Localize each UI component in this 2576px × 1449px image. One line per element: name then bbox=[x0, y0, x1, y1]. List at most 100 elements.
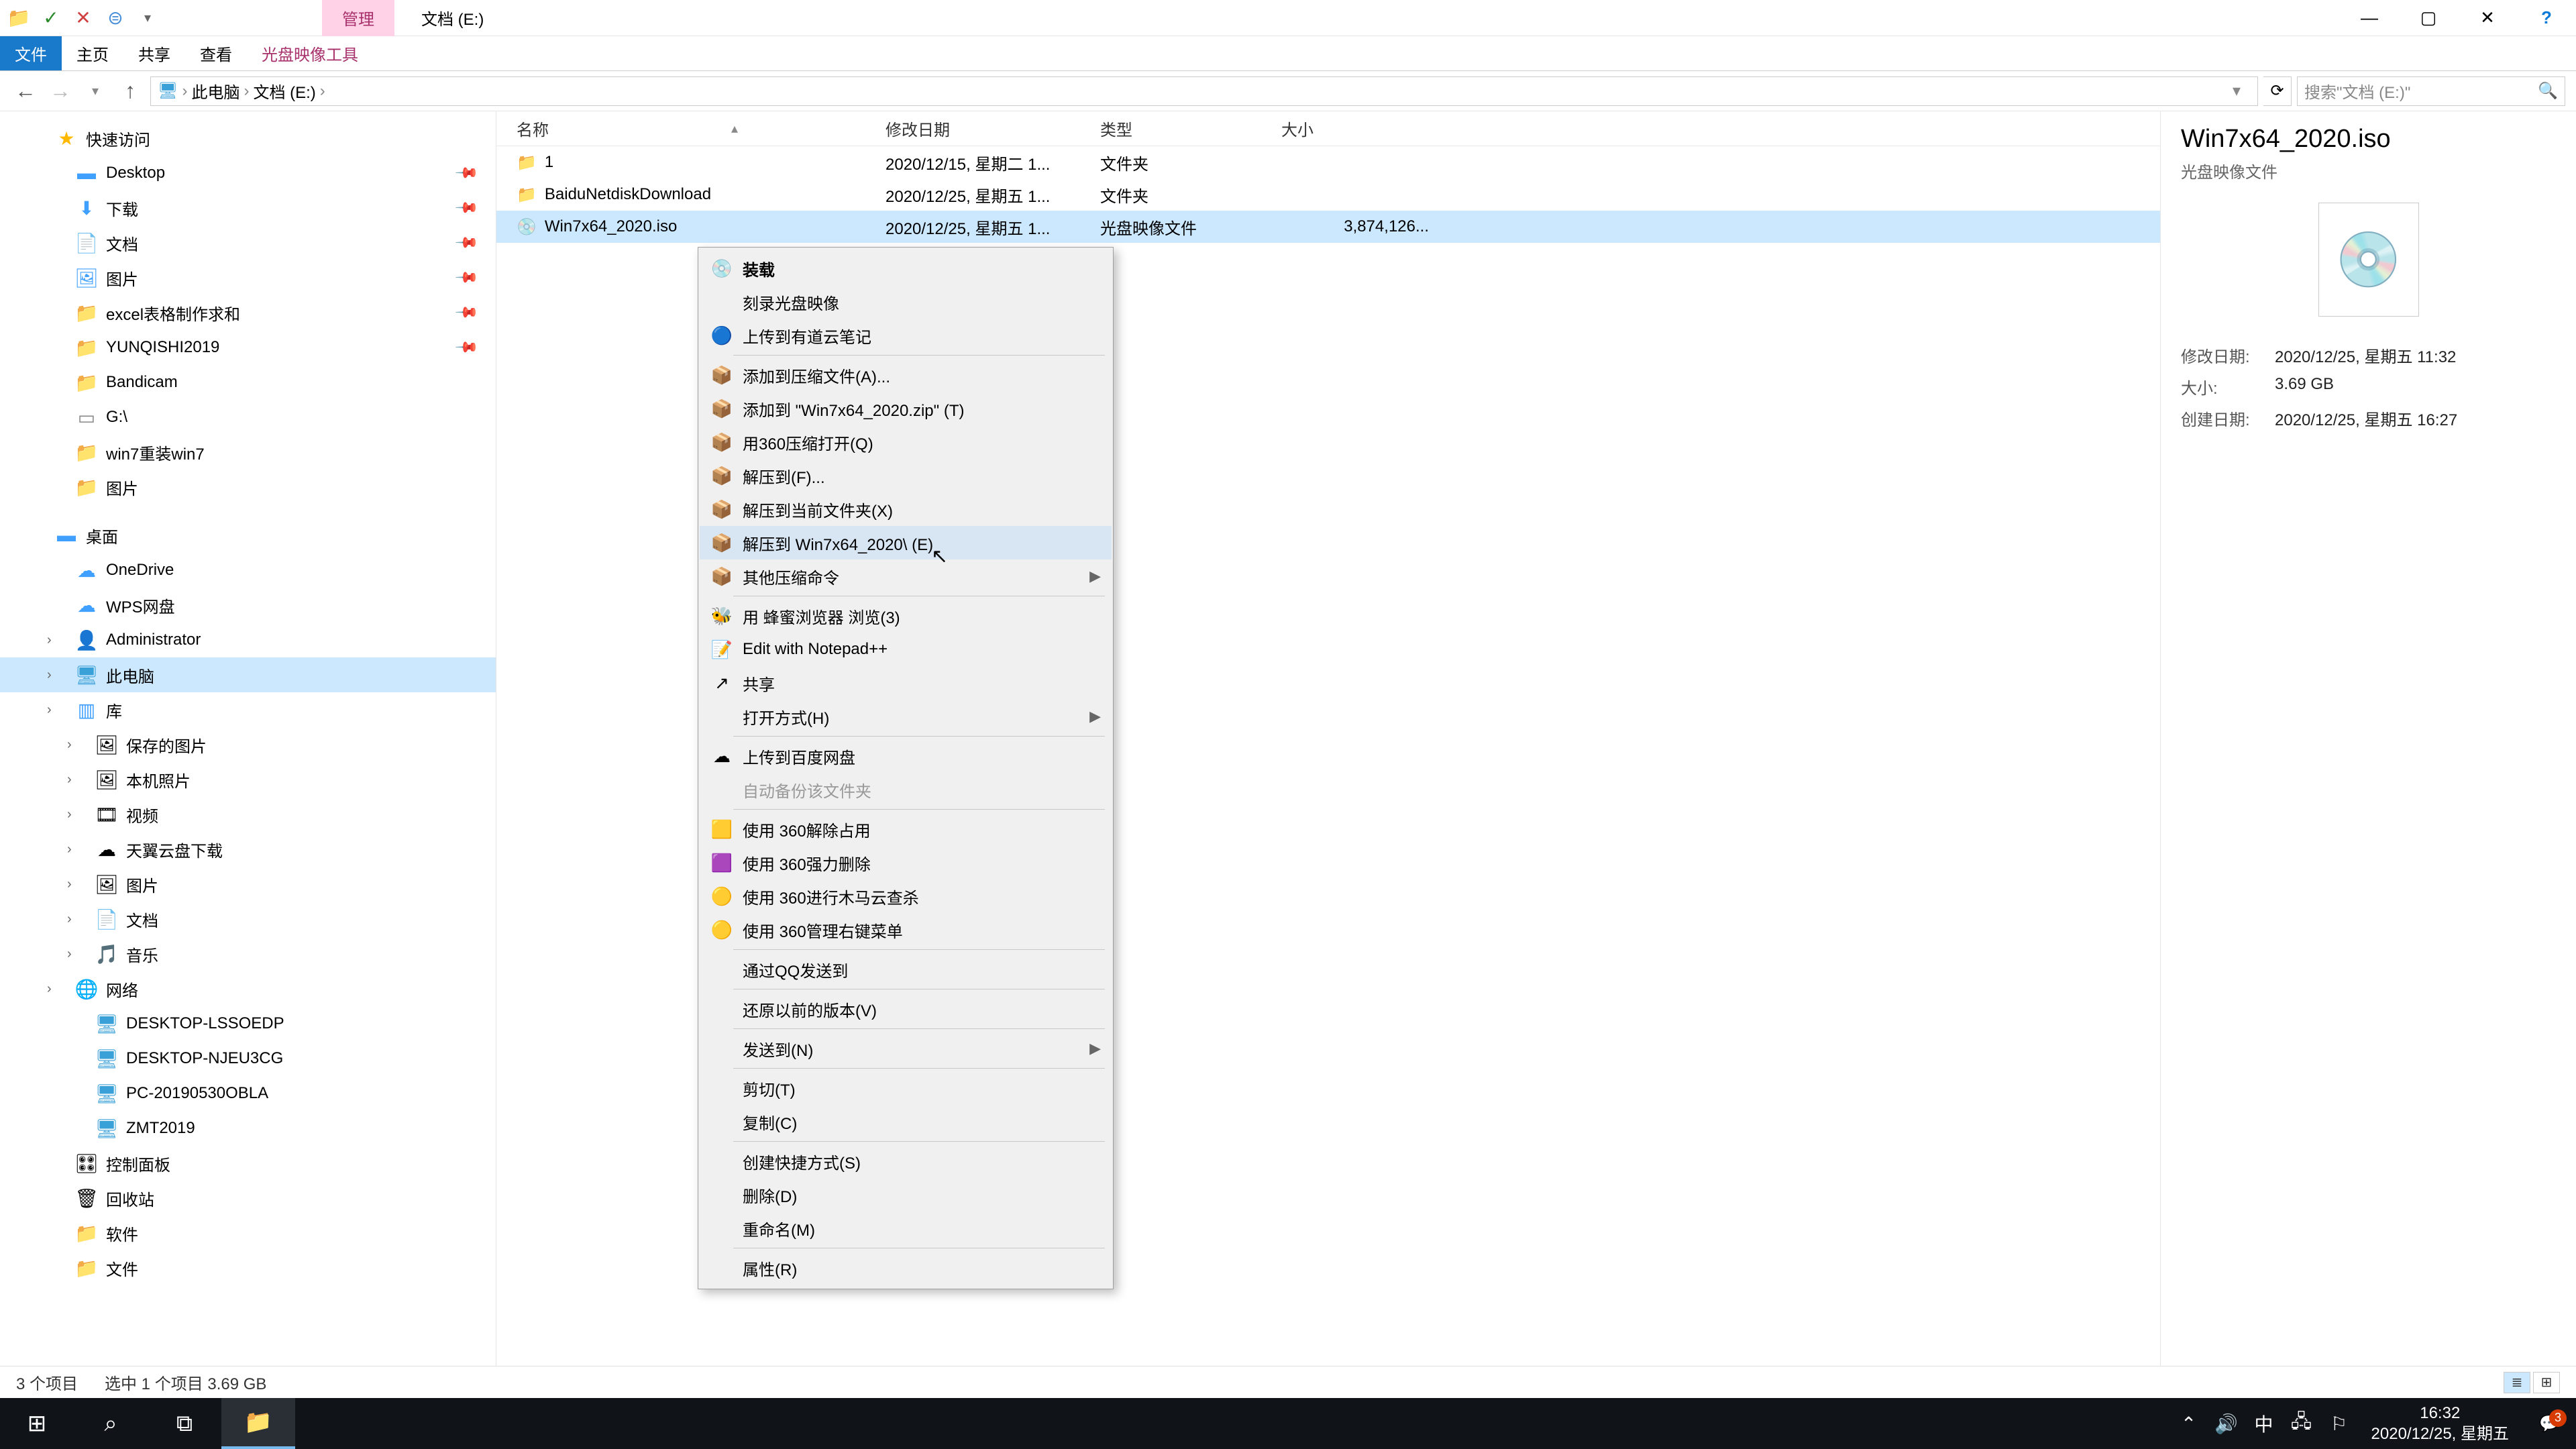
tree-item[interactable]: 📁Bandicam bbox=[0, 365, 496, 400]
tree-item[interactable]: 📁YUNQISHI2019📌 bbox=[0, 330, 496, 365]
tree-item[interactable]: ›📄文档 bbox=[0, 902, 496, 936]
context-menu-item[interactable]: 🟡使用 360管理右键菜单 bbox=[700, 913, 1112, 947]
nav-back-button[interactable]: ← bbox=[11, 76, 40, 106]
context-menu-item[interactable]: 属性(R) bbox=[700, 1251, 1112, 1285]
col-type[interactable]: 类型 bbox=[1100, 117, 1281, 140]
context-menu-item[interactable]: ☁上传到百度网盘 bbox=[700, 739, 1112, 773]
taskbar-explorer-button[interactable]: 📁 bbox=[221, 1398, 295, 1449]
context-menu-item[interactable]: 刻录光盘映像 bbox=[700, 285, 1112, 319]
search-input[interactable]: 搜索"文档 (E:)" 🔍 bbox=[2297, 76, 2565, 106]
context-menu-item[interactable]: 📦添加到 "Win7x64_2020.zip" (T) bbox=[700, 392, 1112, 425]
minimize-button[interactable]: — bbox=[2340, 0, 2399, 36]
tree-item[interactable]: 🖼图片📌 bbox=[0, 260, 496, 295]
tree-item[interactable]: ☁OneDrive bbox=[0, 553, 496, 588]
tree-item[interactable]: 🖥ZMT2019 bbox=[0, 1111, 496, 1146]
tree-item[interactable]: ›🌐网络 bbox=[0, 971, 496, 1006]
ribbon-tab-home[interactable]: 主页 bbox=[62, 36, 123, 70]
tree-item[interactable]: ▭G:\ bbox=[0, 400, 496, 435]
tree-item[interactable]: 🖥DESKTOP-LSSOEDP bbox=[0, 1006, 496, 1041]
help-button[interactable]: ? bbox=[2517, 0, 2576, 36]
tree-item[interactable]: ›🖥此电脑 bbox=[0, 657, 496, 692]
ribbon-tab-disc-tools[interactable]: 光盘映像工具 bbox=[247, 36, 373, 70]
tree-item[interactable]: 🖥DESKTOP-NJEU3CG bbox=[0, 1041, 496, 1076]
context-menu-item[interactable]: 重命名(M) bbox=[700, 1212, 1112, 1245]
refresh-button[interactable]: ⟳ bbox=[2263, 76, 2292, 106]
nav-up-button[interactable]: ↑ bbox=[115, 76, 145, 106]
tree-item[interactable]: 📄文档📌 bbox=[0, 225, 496, 260]
task-view-button[interactable]: ⧉ bbox=[148, 1398, 221, 1449]
ribbon-tab-view[interactable]: 查看 bbox=[185, 36, 247, 70]
view-details-button[interactable]: ≣ bbox=[2504, 1372, 2530, 1393]
context-menu-item[interactable]: 剪切(T) bbox=[700, 1071, 1112, 1105]
nav-history-dropdown[interactable]: ▾ bbox=[80, 76, 110, 106]
context-menu-item[interactable]: 还原以前的版本(V) bbox=[700, 992, 1112, 1026]
context-menu-item[interactable]: 📝Edit with Notepad++ bbox=[700, 633, 1112, 666]
context-menu-item[interactable]: 📦解压到当前文件夹(X) bbox=[700, 492, 1112, 526]
context-menu-item[interactable]: 复制(C) bbox=[700, 1105, 1112, 1138]
context-menu-item[interactable]: 💿装载 bbox=[700, 252, 1112, 285]
context-menu-item[interactable]: 通过QQ发送到 bbox=[700, 953, 1112, 986]
taskbar-search-button[interactable]: ⌕ bbox=[74, 1398, 148, 1449]
qat-check-icon[interactable]: ✓ bbox=[38, 5, 64, 32]
tree-item[interactable]: 📁win7重装win7 bbox=[0, 435, 496, 470]
file-row[interactable]: 📁12020/12/15, 星期二 1...文件夹 bbox=[496, 146, 2160, 178]
context-menu-item[interactable]: 🟨使用 360解除占用 bbox=[700, 812, 1112, 846]
tree-item[interactable]: ›🎞视频 bbox=[0, 797, 496, 832]
context-menu-item[interactable]: 📦用360压缩打开(Q) bbox=[700, 425, 1112, 459]
tree-item[interactable]: ›🎵音乐 bbox=[0, 936, 496, 971]
qat-delete-icon[interactable]: ✕ bbox=[70, 5, 97, 32]
taskbar-clock[interactable]: 16:32 2020/12/25, 星期五 bbox=[2358, 1403, 2522, 1444]
context-menu-item[interactable]: 创建快捷方式(S) bbox=[700, 1144, 1112, 1178]
qat-properties-icon[interactable]: ⊜ bbox=[102, 5, 129, 32]
tree-item[interactable]: ★快速访问 bbox=[0, 121, 496, 156]
context-menu-item[interactable]: 📦解压到(F)... bbox=[700, 459, 1112, 492]
network-icon[interactable]: 🖧 bbox=[2283, 1407, 2320, 1440]
tree-item[interactable]: ☁WPS网盘 bbox=[0, 588, 496, 623]
context-menu-item[interactable]: 删除(D) bbox=[700, 1178, 1112, 1212]
context-menu-item[interactable]: 🐝用 蜂蜜浏览器 浏览(3) bbox=[700, 599, 1112, 633]
context-menu-item[interactable]: ↗共享 bbox=[700, 666, 1112, 700]
tree-item[interactable]: 📁文件 bbox=[0, 1250, 496, 1285]
tree-item[interactable]: 🎛控制面板 bbox=[0, 1146, 496, 1181]
context-menu-item[interactable]: 🟡使用 360进行木马云查杀 bbox=[700, 879, 1112, 913]
security-icon[interactable]: ⚐ bbox=[2320, 1413, 2358, 1435]
context-menu-item[interactable]: 🟪使用 360强力删除 bbox=[700, 846, 1112, 879]
tree-item[interactable]: ›▥库 bbox=[0, 692, 496, 727]
file-row[interactable]: 💿Win7x64_2020.iso2020/12/25, 星期五 1...光盘映… bbox=[496, 211, 2160, 243]
crumb-this-pc[interactable]: 此电脑 bbox=[191, 79, 239, 103]
close-button[interactable]: ✕ bbox=[2458, 0, 2517, 36]
view-icons-button[interactable]: ⊞ bbox=[2533, 1372, 2560, 1393]
tree-item[interactable]: 📁图片 bbox=[0, 470, 496, 504]
tree-item[interactable]: 🗑回收站 bbox=[0, 1181, 496, 1216]
qat-dropdown-icon[interactable]: ▾ bbox=[134, 5, 161, 32]
col-name[interactable]: 名称▴ bbox=[496, 117, 885, 140]
tree-item[interactable]: 🖥PC-20190530OBLA bbox=[0, 1076, 496, 1111]
volume-icon[interactable]: 🔊 bbox=[2208, 1413, 2245, 1435]
context-menu-item[interactable]: 🔵上传到有道云笔记 bbox=[700, 319, 1112, 352]
nav-forward-button[interactable]: → bbox=[46, 76, 75, 106]
ribbon-tab-file[interactable]: 文件 bbox=[0, 36, 62, 70]
file-row[interactable]: 📁BaiduNetdiskDownload2020/12/25, 星期五 1..… bbox=[496, 178, 2160, 211]
context-menu-item[interactable]: 📦添加到压缩文件(A)... bbox=[700, 358, 1112, 392]
col-date[interactable]: 修改日期 bbox=[885, 117, 1100, 140]
col-size[interactable]: 大小 bbox=[1281, 117, 1456, 140]
tree-item[interactable]: ›☁天翼云盘下载 bbox=[0, 832, 496, 867]
context-menu-item[interactable]: 打开方式(H)▶ bbox=[700, 700, 1112, 733]
tray-overflow-icon[interactable]: ⌃ bbox=[2170, 1413, 2208, 1435]
tree-item[interactable]: ›🖼保存的图片 bbox=[0, 727, 496, 762]
ribbon-context-manage[interactable]: 管理 bbox=[322, 0, 394, 36]
maximize-button[interactable]: ▢ bbox=[2399, 0, 2458, 36]
tree-item[interactable]: ▬桌面 bbox=[0, 518, 496, 553]
breadcrumb-dropdown[interactable]: ▾ bbox=[2222, 81, 2251, 101]
ribbon-tab-share[interactable]: 共享 bbox=[123, 36, 185, 70]
crumb-current[interactable]: 文档 (E:) bbox=[253, 79, 315, 103]
context-menu-item[interactable]: 📦其他压缩命令▶ bbox=[700, 559, 1112, 593]
tree-item[interactable]: ▬Desktop📌 bbox=[0, 156, 496, 191]
tree-item[interactable]: ›🖼图片 bbox=[0, 867, 496, 902]
qat-folder-icon[interactable]: 📁 bbox=[5, 5, 32, 32]
context-menu-item[interactable]: 发送到(N)▶ bbox=[700, 1032, 1112, 1065]
tree-item[interactable]: ⬇下载📌 bbox=[0, 191, 496, 225]
address-breadcrumb[interactable]: 🖥 › 此电脑 › 文档 (E:) › ▾ bbox=[150, 76, 2258, 106]
action-center-button[interactable]: 💬 3 bbox=[2522, 1414, 2576, 1434]
context-menu-item[interactable]: 📦解压到 Win7x64_2020\ (E) bbox=[700, 526, 1112, 559]
